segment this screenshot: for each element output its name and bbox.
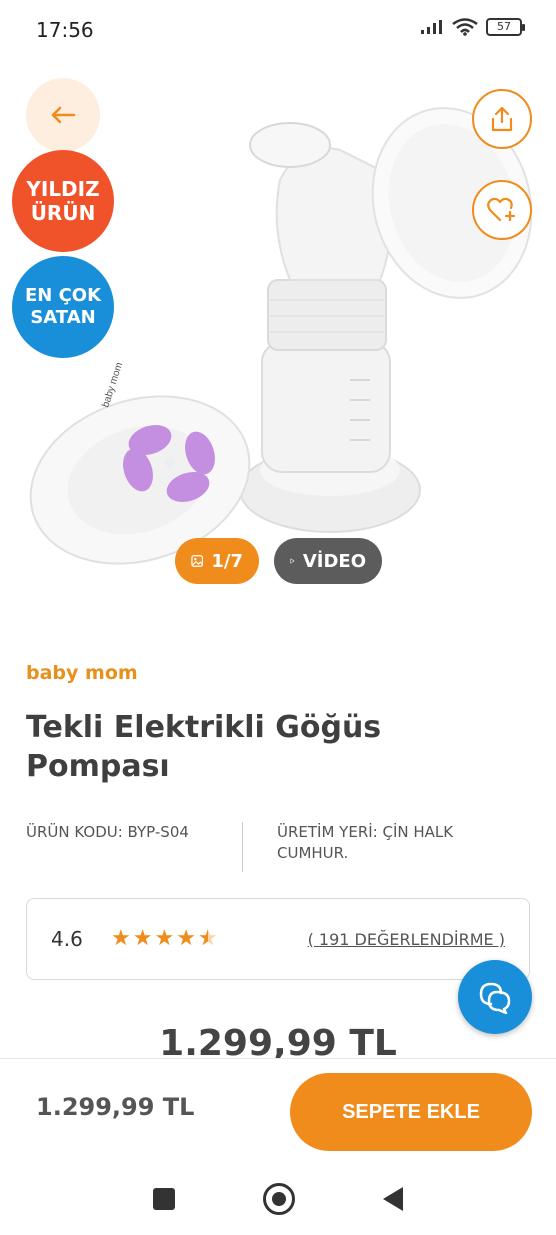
status-bar: 17:56 57 xyxy=(0,0,556,60)
chat-button[interactable] xyxy=(458,960,532,1034)
product-meta: ÜRÜN KODU: BYP-S04 ÜRETİM YERİ: ÇİN HALK… xyxy=(26,822,530,874)
gallery-counter-button[interactable]: 1/7 xyxy=(175,538,259,584)
star-icon: ★ xyxy=(154,926,175,951)
add-to-favorites-button[interactable] xyxy=(472,180,532,240)
recent-apps-button[interactable] xyxy=(153,1187,175,1210)
star-product-badge: YILDIZ ÜRÜN xyxy=(12,150,114,252)
play-icon xyxy=(290,558,295,564)
rating-stars: ★ ★ ★ ★ ★ xyxy=(111,926,218,951)
home-button[interactable] xyxy=(263,1182,295,1215)
product-title: Tekli Elektrikli Göğüs Pompası xyxy=(26,710,382,784)
star-icon: ★ xyxy=(176,926,196,951)
heart-plus-icon xyxy=(487,197,516,222)
status-icons: 57 xyxy=(420,18,525,36)
half-star-icon: ★ xyxy=(198,928,218,951)
back-nav-button[interactable] xyxy=(383,1186,403,1211)
arrow-left-icon xyxy=(51,106,76,124)
best-badge-line2: SATAN xyxy=(30,307,96,328)
product-code: ÜRÜN KODU: BYP-S04 xyxy=(26,823,189,841)
signal-icon xyxy=(421,20,442,34)
gallery-counter-label: 1/7 xyxy=(211,550,243,572)
wifi-icon xyxy=(452,18,478,36)
rating-value: 4.6 xyxy=(51,927,83,951)
back-button[interactable] xyxy=(26,78,100,152)
meta-divider xyxy=(242,822,243,872)
review-count-link[interactable]: ( 191 DEĞERLENDİRME ) xyxy=(308,930,505,949)
product-origin: ÜRETİM YERİ: ÇİN HALK CUMHUR. xyxy=(277,823,454,862)
status-time: 17:56 xyxy=(36,18,94,42)
price-partial-text: 1.299,99 TL xyxy=(159,1023,397,1060)
star-icon: ★ xyxy=(111,926,131,951)
brand-name[interactable]: baby mom xyxy=(26,662,138,684)
battery-icon: 57 xyxy=(486,18,525,36)
bottom-price: 1.299,99 TL xyxy=(36,1093,195,1121)
best-seller-badge: EN ÇOK SATAN xyxy=(12,256,114,358)
share-button[interactable] xyxy=(472,89,532,149)
image-icon xyxy=(191,555,204,567)
best-badge-line1: EN ÇOK xyxy=(24,285,102,307)
video-button[interactable]: VİDEO xyxy=(274,538,382,584)
price-partial: 1.299,99 TL xyxy=(0,1022,556,1060)
star-badge-line1: YILDIZ xyxy=(26,177,100,201)
star-icon: ★ xyxy=(132,926,153,951)
share-icon xyxy=(491,106,513,132)
bottom-action-bar: 1.299,99 TL SEPETE EKLE xyxy=(0,1058,556,1162)
system-nav-bar xyxy=(0,1162,556,1235)
add-to-cart-button[interactable]: SEPETE EKLE xyxy=(290,1073,532,1151)
chat-icon xyxy=(479,982,511,1014)
star-badge-line2: ÜRÜN xyxy=(30,201,96,225)
video-label: VİDEO xyxy=(302,550,366,572)
rating-card[interactable]: 4.6 ★ ★ ★ ★ ★ ( 191 DEĞERLENDİRME ) xyxy=(26,898,530,980)
